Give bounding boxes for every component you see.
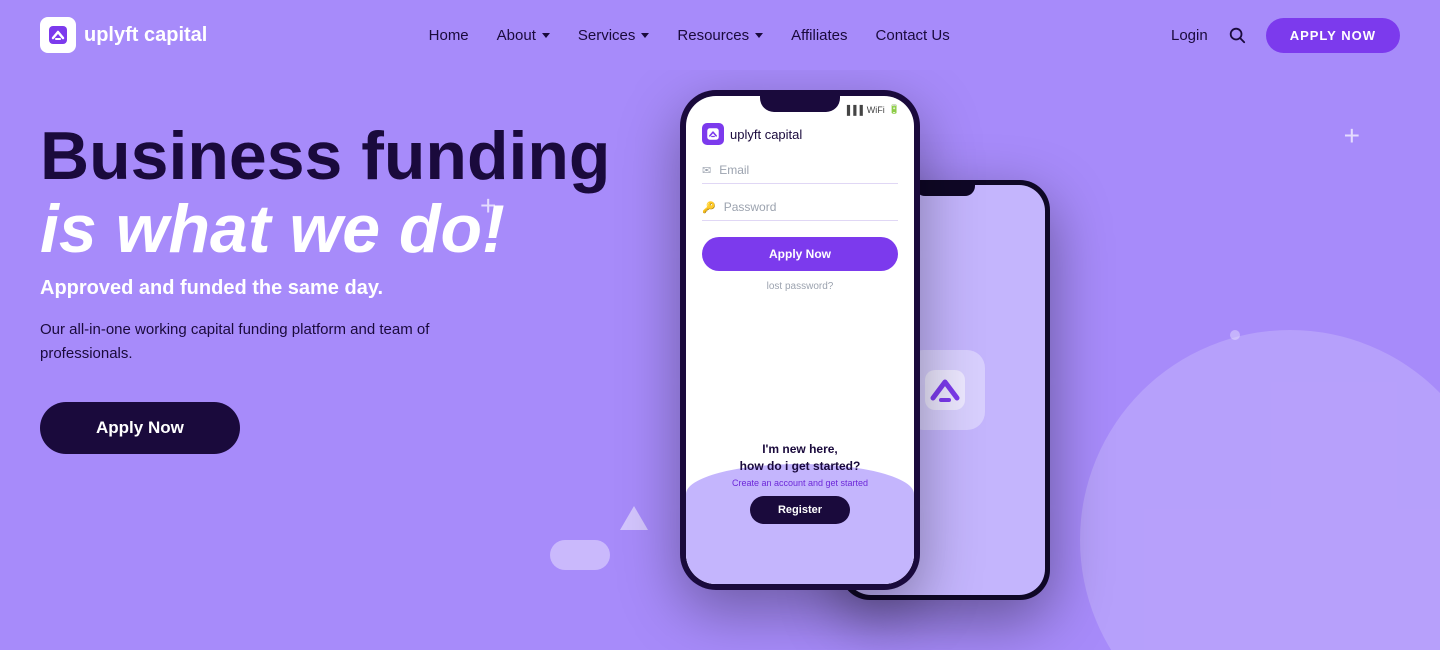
phone-register-button[interactable]: Register bbox=[750, 496, 850, 524]
nav-resources[interactable]: Resources bbox=[677, 27, 763, 44]
apply-hero-button[interactable]: Apply Now bbox=[40, 402, 240, 454]
phone-bottom-wave: I'm new here,how do i get started? Creat… bbox=[686, 378, 914, 585]
about-chevron-icon bbox=[542, 33, 550, 38]
phone-new-user-title: I'm new here,how do i get started? bbox=[686, 441, 914, 475]
hero-right: ▐▐▐ WiFi 🔋 uplyft capital bbox=[620, 100, 1400, 650]
nav-about[interactable]: About bbox=[497, 27, 550, 44]
brand-logo[interactable]: uplyft capital bbox=[40, 17, 207, 53]
logo-icon bbox=[40, 17, 76, 53]
nav-services[interactable]: Services bbox=[578, 27, 650, 44]
hero-section: + + Business funding is what we do! Appr… bbox=[0, 70, 1440, 650]
hero-description: Our all-in-one working capital funding p… bbox=[40, 318, 460, 366]
hero-left: Business funding is what we do! Approved… bbox=[40, 100, 620, 454]
nav-links: Home About Services Resources Affiliates bbox=[429, 27, 950, 44]
email-input-row: ✉ Email bbox=[702, 163, 898, 184]
services-chevron-icon bbox=[641, 33, 649, 38]
hero-title-line2: is what we do! bbox=[40, 191, 505, 267]
phone-new-user-section: I'm new here,how do i get started? Creat… bbox=[686, 441, 914, 524]
brand-name: uplyft capital bbox=[84, 24, 207, 47]
phone-back-notch bbox=[915, 180, 975, 196]
nav-login[interactable]: Login bbox=[1171, 27, 1208, 44]
email-placeholder: Email bbox=[719, 163, 749, 177]
nav-home[interactable]: Home bbox=[429, 27, 469, 44]
phone-front: ▐▐▐ WiFi 🔋 uplyft capital bbox=[680, 90, 920, 590]
phone-create-account-text: Create an account and get started bbox=[686, 478, 914, 488]
password-input-row: 🔑 Password bbox=[702, 200, 898, 221]
phone-logo-text: uplyft capital bbox=[730, 127, 802, 142]
phone-logo-area: uplyft capital bbox=[686, 117, 914, 155]
navbar: uplyft capital Home About Services Resou… bbox=[0, 0, 1440, 70]
email-icon: ✉ bbox=[702, 164, 711, 177]
hero-title: Business funding is what we do! bbox=[40, 120, 620, 267]
resources-chevron-icon bbox=[755, 33, 763, 38]
password-placeholder: Password bbox=[724, 200, 777, 214]
nav-affiliates[interactable]: Affiliates bbox=[791, 27, 847, 44]
hero-title-line1: Business funding bbox=[40, 118, 610, 194]
search-button[interactable] bbox=[1228, 26, 1246, 44]
password-icon: 🔑 bbox=[702, 201, 716, 214]
phone-lost-password[interactable]: lost password? bbox=[702, 281, 898, 292]
phone-screen: ▐▐▐ WiFi 🔋 uplyft capital bbox=[686, 96, 914, 584]
apply-nav-button[interactable]: APPLY NOW bbox=[1266, 18, 1400, 53]
phone-notch bbox=[760, 90, 840, 112]
hero-subtitle: Approved and funded the same day. bbox=[40, 277, 620, 300]
phone-logo-icon bbox=[702, 123, 724, 145]
phone-form: ✉ Email 🔑 Password Apply Now lost passwo… bbox=[686, 155, 914, 378]
pill-deco bbox=[550, 540, 610, 570]
nav-contact[interactable]: Contact Us bbox=[876, 27, 950, 44]
phone-apply-button[interactable]: Apply Now bbox=[702, 237, 898, 271]
nav-right: Login APPLY NOW bbox=[1171, 18, 1400, 53]
